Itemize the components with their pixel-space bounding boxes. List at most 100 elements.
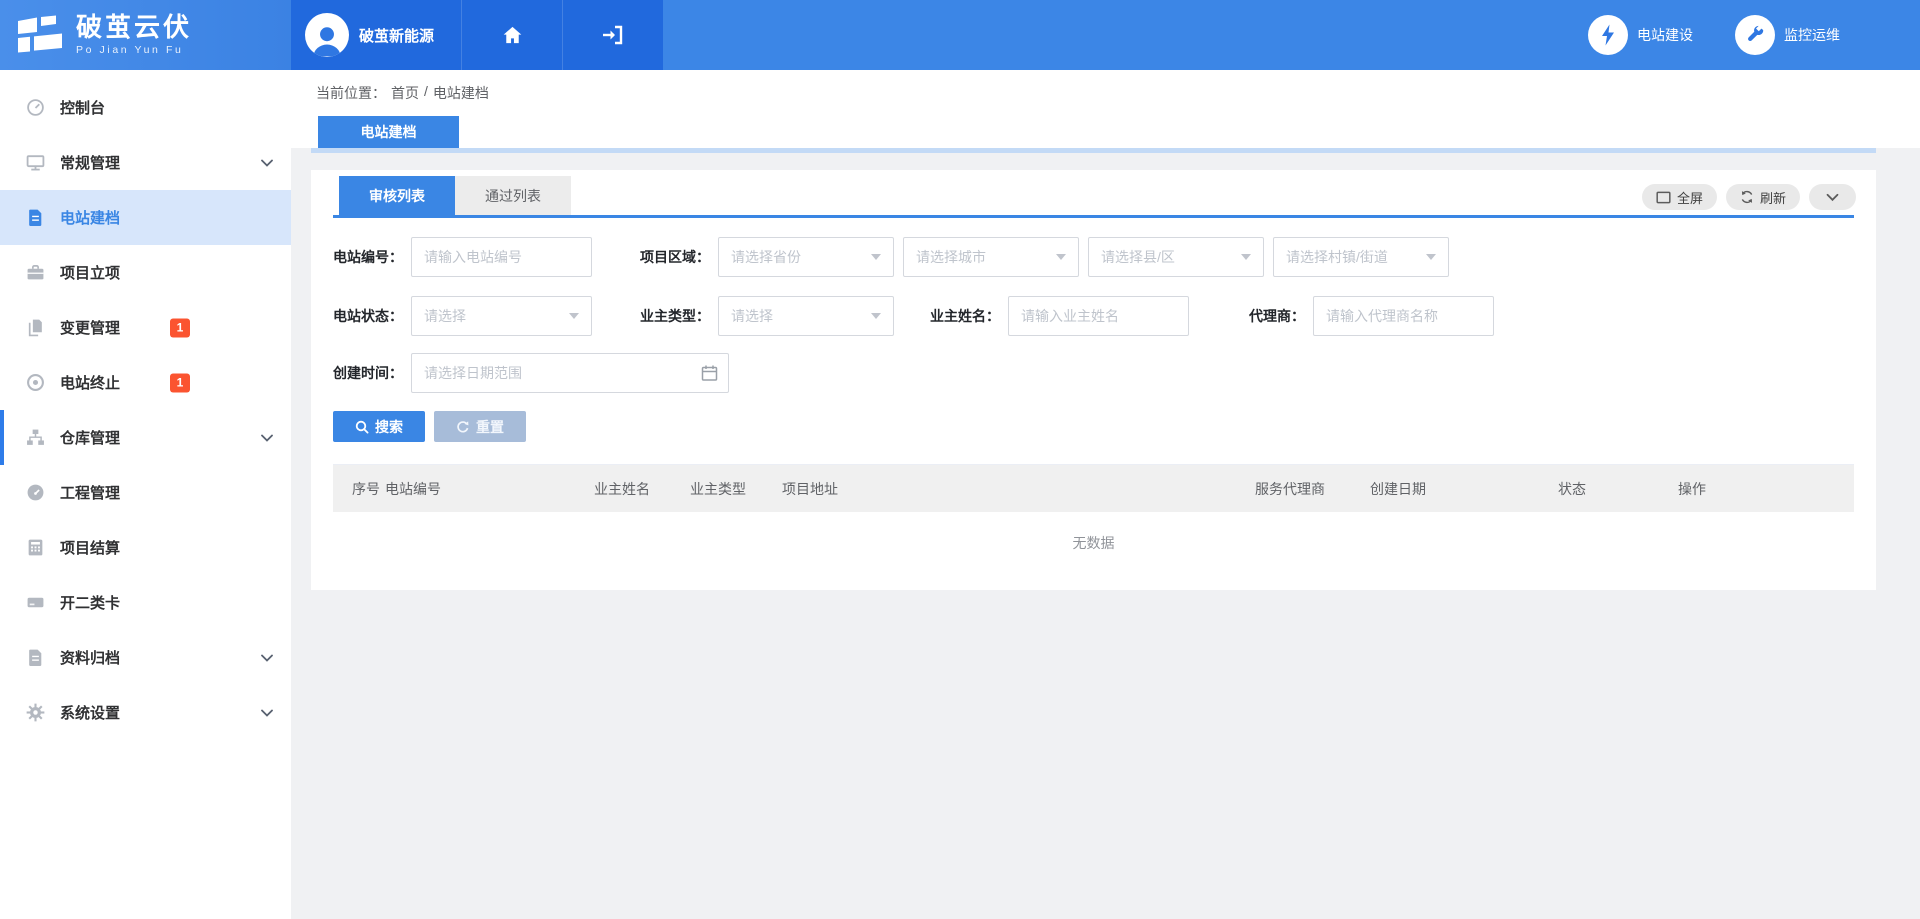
refresh-button[interactable]: 刷新 <box>1726 184 1800 210</box>
sidebar-item-project-settlement[interactable]: 项目结算 <box>0 520 291 575</box>
dashboard-icon <box>26 483 45 502</box>
search-button-label: 搜索 <box>375 417 403 437</box>
sidebar-item-label: 资料归档 <box>60 647 120 668</box>
station-status-value: 请选择 <box>424 306 466 326</box>
empty-state: 无数据 <box>333 512 1854 574</box>
filter-row-3: 创建时间： 请选择日期范围 <box>333 353 1854 393</box>
sidebar-item-label: 仓库管理 <box>60 427 120 448</box>
sidebar-item-label: 项目立项 <box>60 262 120 283</box>
town-select-value: 请选择村镇/街道 <box>1286 247 1388 267</box>
list-panel: 审核列表 通过列表 全屏 刷新 <box>311 170 1876 590</box>
sidebar-item-station-termination[interactable]: 电站终止 1 <box>0 355 291 410</box>
column-header: 项目地址 <box>782 479 1255 499</box>
county-select[interactable]: 请选择县/区 <box>1088 237 1264 277</box>
owner-name-label: 业主姓名： <box>930 306 1000 326</box>
lightning-icon <box>1588 15 1628 55</box>
logout-button[interactable] <box>562 0 663 70</box>
breadcrumb: 当前位置： 首页 / 电站建档 <box>316 83 489 103</box>
sidebar-item-label: 电站建档 <box>60 207 120 228</box>
collapse-button[interactable] <box>1809 184 1856 210</box>
record-icon <box>26 373 45 392</box>
nav-monitor-ops[interactable]: 监控运维 <box>1735 15 1840 55</box>
calculator-icon <box>26 538 45 557</box>
caret-down-icon <box>871 313 881 319</box>
created-time-label: 创建时间： <box>333 363 403 383</box>
sidebar-item-project-initiation[interactable]: 项目立项 <box>0 245 291 300</box>
topbar-user-section: 破茧新能源 <box>291 0 663 70</box>
sidebar-item-general-mgmt[interactable]: 常规管理 <box>0 135 291 190</box>
calendar-icon <box>701 365 718 382</box>
tab-review-list[interactable]: 审核列表 <box>339 176 455 215</box>
logo-text: 破茧云伏 Po Jian Yun Fu <box>76 14 192 55</box>
chevron-down-icon <box>261 154 273 172</box>
reset-icon <box>456 420 470 434</box>
fullscreen-button[interactable]: 全屏 <box>1642 184 1717 210</box>
home-button[interactable] <box>461 0 562 70</box>
nav-station-build[interactable]: 电站建设 <box>1588 15 1693 55</box>
sidebar-item-label: 工程管理 <box>60 482 120 503</box>
breadcrumb-home[interactable]: 首页 <box>391 83 419 103</box>
region-label: 项目区域： <box>640 247 710 267</box>
sidebar-item-engineering-mgmt[interactable]: 工程管理 <box>0 465 291 520</box>
monitor-icon <box>26 153 45 172</box>
gear-icon <box>26 703 45 722</box>
date-range-placeholder: 请选择日期范围 <box>424 363 522 383</box>
tab-underline <box>333 215 1854 218</box>
sidebar-item-label: 变更管理 <box>60 317 120 338</box>
sidebar-item-label: 项目结算 <box>60 537 120 558</box>
town-select[interactable]: 请选择村镇/街道 <box>1273 237 1449 277</box>
main-content: 当前位置： 首页 / 电站建档 电站建档 审核列表 通过列表 全屏 <box>291 70 1920 919</box>
sidebar-item-label: 控制台 <box>60 97 105 118</box>
owner-name-input[interactable] <box>1008 296 1189 336</box>
sidebar-item-system-settings[interactable]: 系统设置 <box>0 685 291 740</box>
sidebar-item-label: 常规管理 <box>60 152 120 173</box>
topbar: 破茧云伏 Po Jian Yun Fu 破茧新能源 <box>0 0 1920 70</box>
column-header: 序号 <box>352 479 385 499</box>
caret-down-icon <box>1056 254 1066 260</box>
breadcrumb-separator: / <box>424 83 428 103</box>
station-status-select[interactable]: 请选择 <box>411 296 592 336</box>
table-header-row: 序号 电站编号 业主姓名 业主类型 项目地址 服务代理商 创建日期 状态 操作 <box>333 465 1854 512</box>
gauge-icon <box>26 98 45 117</box>
date-range-input[interactable]: 请选择日期范围 <box>411 353 729 393</box>
reset-button[interactable]: 重置 <box>434 411 526 442</box>
avatar <box>305 13 349 57</box>
breadcrumb-current[interactable]: 电站建档 <box>433 83 489 103</box>
wrench-icon <box>1735 15 1775 55</box>
fullscreen-icon <box>1656 191 1671 204</box>
province-select[interactable]: 请选择省份 <box>718 237 894 277</box>
column-header: 业主姓名 <box>594 479 690 499</box>
sidebar-item-data-archive[interactable]: 资料归档 <box>0 630 291 685</box>
chevron-down-icon <box>261 649 273 667</box>
sidebar-item-label: 系统设置 <box>60 702 120 723</box>
sidebar-item-warehouse-mgmt[interactable]: 仓库管理 <box>0 410 291 465</box>
station-no-input[interactable] <box>411 237 592 277</box>
agent-input[interactable] <box>1313 296 1494 336</box>
tab-passed-list[interactable]: 通过列表 <box>455 176 571 215</box>
sign-in-icon <box>600 23 626 47</box>
station-status-label: 电站状态： <box>333 306 403 326</box>
refresh-icon <box>1740 190 1754 204</box>
sidebar-item-open-type2-card[interactable]: 开二类卡 <box>0 575 291 630</box>
station-no-label: 电站编号： <box>333 247 403 267</box>
user-chip[interactable]: 破茧新能源 <box>291 0 461 70</box>
column-header: 状态 <box>1558 479 1678 499</box>
caret-down-icon <box>1426 254 1436 260</box>
active-menu-indicator <box>0 410 4 465</box>
agent-label: 代理商： <box>1249 306 1305 326</box>
sidebar-item-console[interactable]: 控制台 <box>0 80 291 135</box>
sidebar-item-station-filing[interactable]: 电站建档 <box>0 190 291 245</box>
sidebar-item-change-mgmt[interactable]: 变更管理 1 <box>0 300 291 355</box>
fullscreen-label: 全屏 <box>1677 188 1703 207</box>
page-tab-station-filing[interactable]: 电站建档 <box>318 116 459 148</box>
search-button[interactable]: 搜索 <box>333 411 425 442</box>
column-header: 操作 <box>1678 479 1854 499</box>
city-select[interactable]: 请选择城市 <box>903 237 1079 277</box>
document-icon <box>26 208 45 227</box>
logo-title: 破茧云伏 <box>76 14 192 41</box>
badge-count: 1 <box>170 373 190 392</box>
owner-type-value: 请选择 <box>731 306 773 326</box>
refresh-label: 刷新 <box>1760 188 1786 207</box>
owner-type-select[interactable]: 请选择 <box>718 296 894 336</box>
caret-down-icon <box>569 313 579 319</box>
